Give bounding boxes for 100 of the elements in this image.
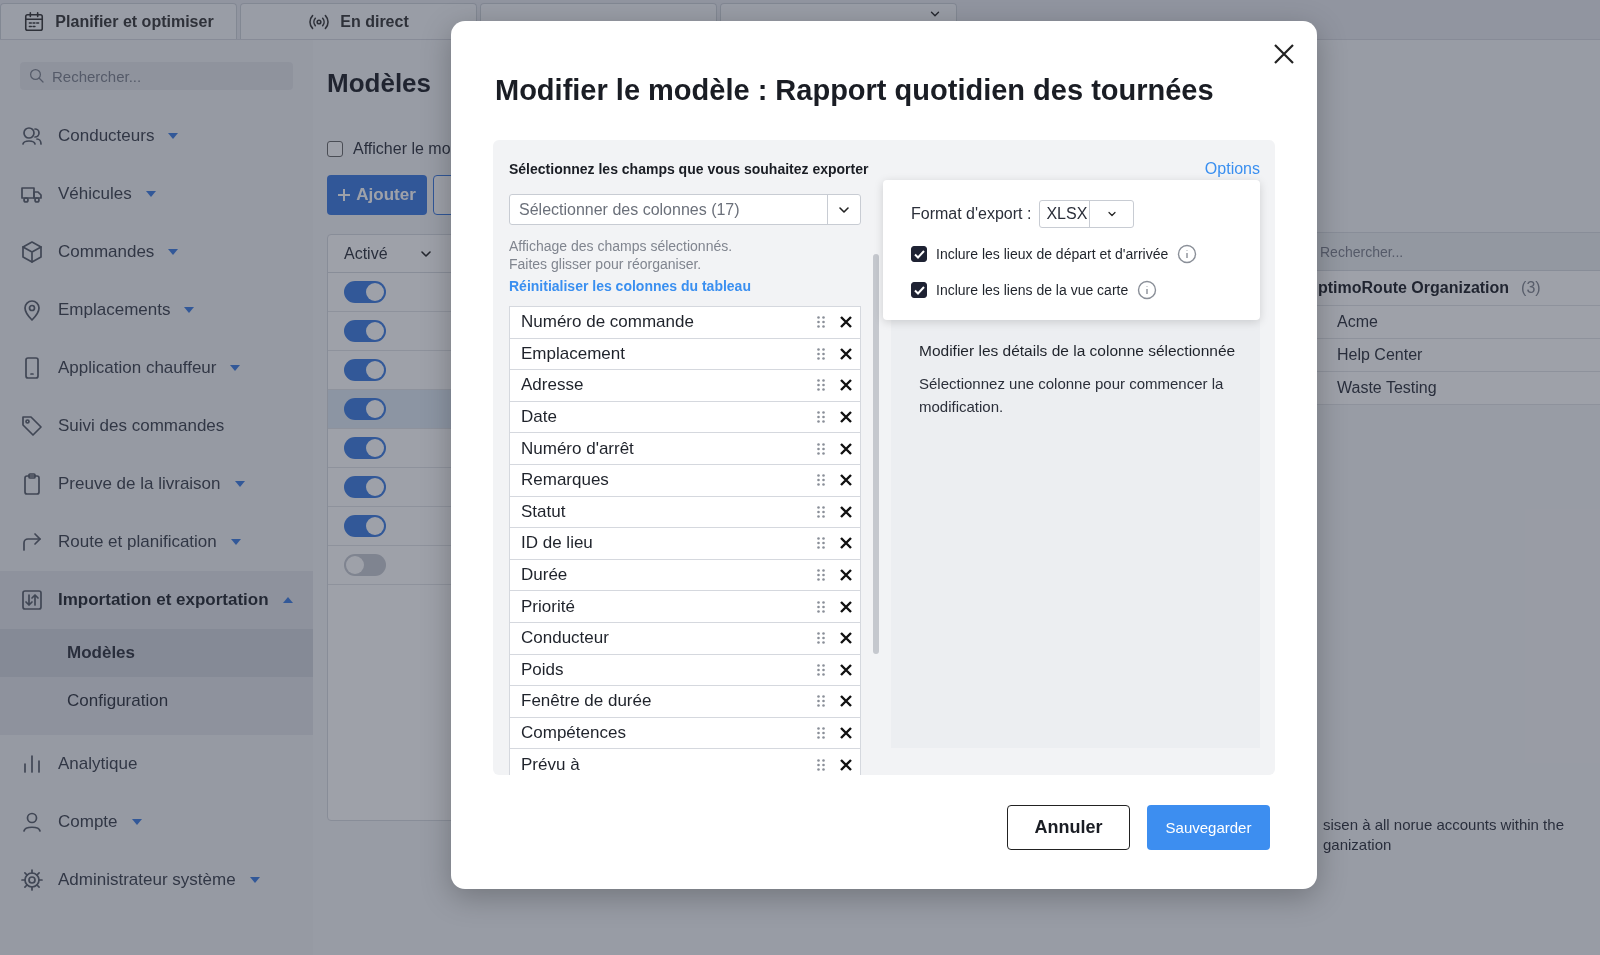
- toggle-switch[interactable]: [344, 398, 386, 420]
- remove-icon[interactable]: [840, 727, 852, 739]
- drag-handle-icon[interactable]: [816, 378, 826, 393]
- nav-tab[interactable]: En direct: [240, 3, 477, 39]
- options-link[interactable]: Options: [1204, 160, 1260, 178]
- cancel-button[interactable]: Annuler: [1007, 805, 1130, 850]
- column-row[interactable]: Priorité: [509, 590, 861, 622]
- column-row[interactable]: Statut: [509, 495, 861, 528]
- sidebar-item[interactable]: Compte: [0, 793, 313, 851]
- column-name: Compétences: [521, 723, 627, 743]
- column-name: Conducteur: [521, 628, 610, 649]
- sidebar-subitem[interactable]: Modèles: [0, 629, 313, 677]
- toggle-switch[interactable]: [344, 476, 386, 498]
- caret-up-icon: [282, 597, 293, 603]
- sidebar-item[interactable]: Route et planification: [0, 513, 313, 571]
- column-name: Remarques: [521, 470, 610, 491]
- column-select-input[interactable]: Sélectionner des colonnes (17): [510, 195, 827, 224]
- group-count: (3): [1521, 279, 1541, 297]
- remove-icon[interactable]: [840, 695, 852, 708]
- remove-icon[interactable]: [840, 663, 852, 676]
- remove-icon[interactable]: [840, 442, 852, 455]
- column-row[interactable]: Emplacement: [509, 337, 861, 370]
- add-button[interactable]: Ajouter: [327, 175, 427, 215]
- checkbox[interactable]: [911, 282, 927, 298]
- scrollbar[interactable]: [873, 254, 879, 654]
- checkbox[interactable]: [911, 246, 927, 262]
- remove-icon[interactable]: [840, 758, 852, 771]
- gear-icon: [20, 868, 44, 892]
- page-title: Modèles: [327, 68, 432, 98]
- remove-icon[interactable]: [840, 474, 852, 487]
- sidebar-item[interactable]: Application chauffeur: [0, 339, 313, 397]
- column-row[interactable]: Fenêtre de durée: [509, 685, 861, 717]
- toggle-switch[interactable]: [344, 320, 386, 342]
- sidebar-item[interactable]: Conducteurs: [0, 107, 313, 165]
- drag-handle-icon[interactable]: [816, 568, 826, 583]
- remove-icon[interactable]: [840, 569, 852, 582]
- column-row[interactable]: Numéro de commande: [509, 306, 861, 338]
- remove-icon[interactable]: [840, 632, 852, 645]
- column-row[interactable]: Poids: [509, 653, 861, 686]
- drag-handle-icon[interactable]: [816, 410, 826, 425]
- remove-icon[interactable]: [840, 347, 852, 360]
- column-select[interactable]: Sélectionner des colonnes (17): [509, 194, 861, 225]
- checkbox-label: Afficher le mo: [353, 140, 451, 158]
- close-icon[interactable]: [1273, 43, 1295, 65]
- sidebar-item[interactable]: Commandes: [0, 223, 313, 281]
- caret-down-icon: [230, 539, 241, 545]
- sidebar-item[interactable]: Administrateur système: [0, 851, 313, 909]
- reset-link[interactable]: Réinitialiser les colonnes du tableau: [509, 278, 751, 294]
- caret-down-icon: [234, 481, 245, 487]
- drag-handle-icon[interactable]: [816, 631, 826, 646]
- toggle-switch[interactable]: [344, 281, 386, 303]
- column-name: Statut: [521, 501, 567, 522]
- remove-icon[interactable]: [840, 505, 852, 518]
- column-row[interactable]: Conducteur: [509, 621, 861, 654]
- format-select[interactable]: XLSX: [1039, 200, 1135, 228]
- column-row[interactable]: Prévu à: [509, 748, 861, 775]
- column-row[interactable]: ID de lieu: [509, 527, 861, 559]
- drag-handle-icon[interactable]: [816, 346, 826, 361]
- column-row[interactable]: Adresse: [509, 369, 861, 401]
- column-row[interactable]: Durée: [509, 558, 861, 591]
- toggle-switch[interactable]: [344, 437, 386, 459]
- drag-handle-icon[interactable]: [816, 662, 826, 677]
- sidebar-item[interactable]: Véhicules: [0, 165, 313, 223]
- column-header[interactable]: Activé: [344, 244, 388, 263]
- drag-handle-icon[interactable]: [816, 473, 826, 488]
- remove-icon[interactable]: [840, 600, 852, 613]
- remove-icon[interactable]: [840, 411, 852, 424]
- drag-handle-icon[interactable]: [816, 694, 826, 709]
- column-row[interactable]: Numéro d'arrêt: [509, 432, 861, 464]
- search-icon: [28, 67, 46, 85]
- drag-handle-icon[interactable]: [816, 726, 826, 740]
- toggle-switch[interactable]: [344, 515, 386, 537]
- sidebar-item[interactable]: Emplacements: [0, 281, 313, 339]
- nav-tab[interactable]: Planifier et optimiser: [0, 3, 237, 39]
- drag-handle-icon[interactable]: [816, 757, 826, 772]
- toggle-switch[interactable]: [344, 554, 386, 576]
- drag-handle-icon[interactable]: [816, 441, 826, 456]
- sidebar-item[interactable]: Suivi des commandes: [0, 397, 313, 455]
- drag-handle-icon[interactable]: [816, 315, 826, 330]
- checkbox[interactable]: [327, 141, 343, 157]
- remove-icon[interactable]: [840, 537, 852, 550]
- column-row[interactable]: Compétences: [509, 716, 861, 749]
- drag-handle-icon[interactable]: [816, 504, 826, 519]
- column-row[interactable]: Date: [509, 400, 861, 433]
- drag-handle-icon[interactable]: [816, 536, 826, 551]
- toggle-switch[interactable]: [344, 359, 386, 381]
- remove-icon[interactable]: [840, 379, 852, 392]
- drag-handle-icon[interactable]: [816, 599, 826, 614]
- sidebar-item[interactable]: Analytique: [0, 735, 313, 793]
- column-name: ID de lieu: [521, 533, 594, 554]
- info-icon[interactable]: [1137, 280, 1158, 300]
- arrow-icon: [20, 530, 44, 554]
- sidebar-item[interactable]: Preuve de la livraison: [0, 455, 313, 513]
- save-button[interactable]: Sauvegarder: [1147, 805, 1270, 850]
- group-name[interactable]: ptimoRoute Organization: [1318, 279, 1510, 297]
- sidebar-subitem[interactable]: Configuration: [0, 677, 313, 725]
- sidebar-item[interactable]: Importation et exportation: [0, 571, 313, 629]
- info-icon[interactable]: [1177, 244, 1198, 264]
- remove-icon[interactable]: [840, 316, 852, 329]
- column-row[interactable]: Remarques: [509, 463, 861, 496]
